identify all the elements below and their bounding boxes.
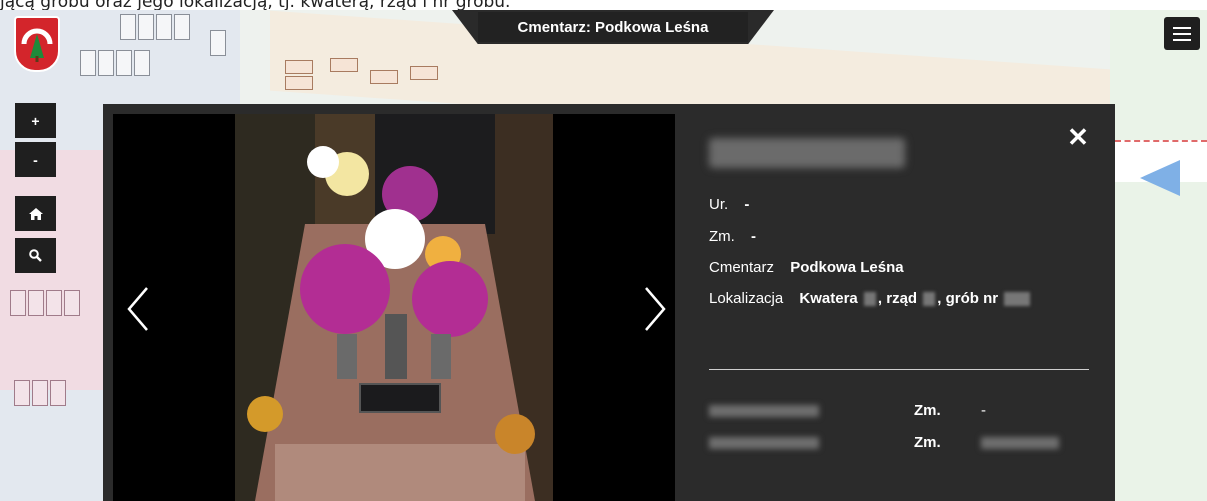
died-label: Zm. xyxy=(709,228,735,245)
location-label: Lokalizacja xyxy=(709,290,784,307)
person-name-redacted xyxy=(709,138,905,168)
related-name-redacted xyxy=(709,437,819,449)
zoom-out-button[interactable]: - xyxy=(15,142,56,177)
redacted-rzad xyxy=(923,292,936,307)
map-zone-green xyxy=(1110,10,1207,501)
died-row: Zm. - xyxy=(709,228,756,245)
menu-button[interactable] xyxy=(1164,17,1200,50)
cemetery-row: Cmentarz Podkowa Leśna xyxy=(709,259,904,276)
search-button[interactable] xyxy=(15,238,56,273)
chevron-left-icon xyxy=(127,287,148,331)
grave-details-modal: ✕ Ur. - Zm. - Cmentarz Podkowa Leśna Lok… xyxy=(103,104,1115,501)
born-row: Ur. - xyxy=(709,196,749,213)
town-coat-of-arms-logo xyxy=(14,16,60,72)
related-died-label: Zm. xyxy=(914,434,941,451)
redacted-grob xyxy=(1004,292,1031,307)
cemetery-label: Cmentarz xyxy=(709,259,775,276)
chevron-right-icon xyxy=(645,287,666,331)
map-direction-arrow xyxy=(1140,160,1180,196)
related-died-label: Zm. xyxy=(914,402,941,419)
location-value: Kwatera , rząd , grób nr xyxy=(799,290,1032,307)
related-name-redacted xyxy=(709,405,819,417)
redacted-kwatera xyxy=(863,292,876,307)
died-value: - xyxy=(751,228,756,245)
location-kwatera: Kwatera xyxy=(799,290,858,307)
born-label: Ur. xyxy=(709,196,729,213)
hamburger-icon xyxy=(1173,32,1191,35)
related-died-value-redacted xyxy=(981,437,1059,449)
cemetery-title: Cmentarz: Podkowa Leśna xyxy=(478,12,748,42)
photo-gallery xyxy=(113,114,675,501)
related-died-value: - xyxy=(981,402,986,419)
cemetery-value: Podkowa Leśna xyxy=(790,259,904,276)
location-row: Lokalizacja Kwatera , rząd , grób nr xyxy=(709,290,1032,307)
location-grob: , grób nr xyxy=(937,290,999,307)
born-value: - xyxy=(744,196,750,213)
location-rzad: , rząd xyxy=(877,290,918,307)
home-button[interactable] xyxy=(15,196,56,231)
previous-photo-button[interactable] xyxy=(123,284,153,334)
home-icon xyxy=(28,207,43,220)
close-button[interactable]: ✕ xyxy=(1063,122,1093,152)
page-caption-text: jącą grobu oraz jego lokalizacją, tj. kw… xyxy=(0,0,511,10)
zoom-in-button[interactable]: + xyxy=(15,103,56,138)
grave-photo xyxy=(235,114,553,501)
section-divider xyxy=(709,369,1089,370)
search-icon xyxy=(29,249,42,262)
next-photo-button[interactable] xyxy=(640,284,670,334)
